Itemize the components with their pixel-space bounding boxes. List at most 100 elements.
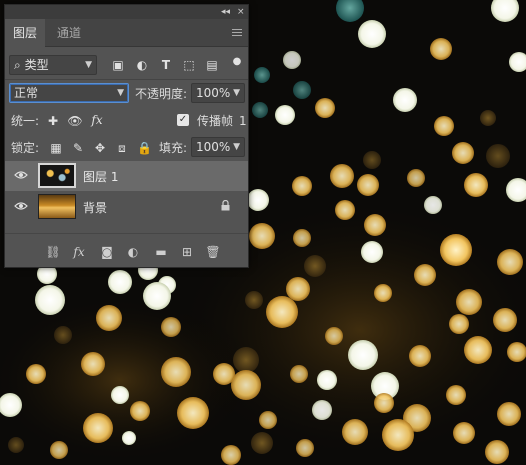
bokeh-light	[231, 370, 261, 400]
lock-all-icon[interactable]: 🔒	[137, 141, 152, 155]
shape-filter-icon[interactable]: ⬚	[182, 58, 196, 72]
layer-thumbnail	[38, 163, 76, 188]
bokeh-light	[446, 385, 466, 405]
close-icon[interactable]: ×	[237, 6, 245, 18]
bokeh-light	[434, 116, 454, 136]
bokeh-light	[259, 411, 277, 429]
divider	[5, 79, 248, 80]
bokeh-light	[293, 81, 311, 99]
panel-tabs: 图层 通道	[5, 19, 248, 47]
smart-object-filter-icon[interactable]: ▤	[205, 58, 219, 72]
blend-mode-value: 正常	[14, 86, 39, 100]
bokeh-light	[161, 357, 191, 387]
bokeh-light	[249, 223, 275, 249]
type-filter-icon[interactable]: T	[159, 58, 173, 72]
bokeh-light	[453, 422, 475, 444]
bokeh-light	[464, 336, 492, 364]
layers-panel: ◂◂ × 图层 通道 ⌕ 类型 ▼ ▣ ◐ T ⬚ ▤ ● 正常 ▼ 不透明度:…	[4, 4, 249, 268]
opacity-value: 100%	[196, 86, 231, 100]
bokeh-light	[245, 291, 263, 309]
unify-style-icon[interactable]: fx	[89, 113, 105, 127]
bokeh-light	[342, 419, 368, 445]
bokeh-light	[452, 142, 474, 164]
new-group-icon[interactable]: ▬	[153, 245, 169, 259]
bokeh-light	[449, 314, 469, 334]
layer-filter-row: ⌕ 类型 ▼ ▣ ◐ T ⬚ ▤ ●	[5, 55, 248, 77]
visibility-eye-icon[interactable]	[14, 170, 28, 180]
fill-label: 填充:	[159, 141, 188, 155]
bokeh-light	[304, 255, 326, 277]
bokeh-light	[464, 173, 488, 197]
layer-thumbnail	[38, 194, 76, 219]
layers-bottom-toolbar: ⛓ fx ◙ ◐ ▬ ⊞ 🗑	[5, 233, 248, 267]
bokeh-light	[296, 439, 314, 457]
lock-icon	[221, 200, 230, 211]
collapse-double-arrow-icon[interactable]: ◂◂	[221, 6, 230, 18]
lock-artboard-icon[interactable]: ⧈	[115, 141, 129, 155]
new-layer-icon[interactable]: ⊞	[179, 245, 195, 259]
layer-row-background[interactable]: 背景	[5, 192, 248, 222]
bokeh-light	[480, 110, 496, 126]
bokeh-light	[361, 241, 383, 263]
bokeh-light	[35, 285, 65, 315]
visibility-eye-icon[interactable]	[14, 201, 28, 211]
link-layers-icon[interactable]: ⛓	[45, 245, 61, 259]
bokeh-light	[430, 38, 452, 60]
bokeh-light	[382, 419, 414, 451]
propagate-frame-label: 传播帧	[197, 114, 234, 128]
opacity-field[interactable]: 100% ▼	[191, 83, 245, 103]
bokeh-light	[393, 88, 417, 112]
panel-title-bar: ◂◂ ×	[5, 5, 248, 19]
pixel-filter-icon[interactable]: ▣	[111, 58, 125, 72]
bokeh-light	[456, 289, 482, 315]
bokeh-light	[275, 105, 295, 125]
fill-field[interactable]: 100% ▼	[191, 137, 245, 157]
layer-style-icon[interactable]: fx	[71, 245, 87, 259]
layer-row-layer1[interactable]: 图层 1	[5, 161, 248, 191]
bokeh-light	[111, 386, 129, 404]
opacity-label: 不透明度:	[135, 87, 188, 101]
chevron-down-icon[interactable]: ▼	[233, 138, 240, 156]
bokeh-light	[283, 51, 301, 69]
blend-mode-dropdown[interactable]: 正常 ▼	[9, 83, 129, 103]
bokeh-light	[54, 326, 72, 344]
bokeh-light	[247, 189, 269, 211]
unify-position-icon[interactable]: ✚	[45, 114, 61, 128]
bokeh-light	[254, 67, 270, 83]
tab-layers[interactable]: 图层	[5, 19, 46, 47]
filter-kind-dropdown[interactable]: ⌕ 类型 ▼	[9, 55, 97, 75]
lock-position-icon[interactable]: ✥	[93, 141, 107, 155]
layer-name[interactable]: 背景	[83, 199, 107, 216]
panel-menu-icon[interactable]	[232, 29, 242, 36]
bokeh-light	[83, 413, 113, 443]
filter-toggle-icon[interactable]: ●	[231, 55, 243, 69]
bokeh-light	[486, 144, 510, 168]
bokeh-light	[251, 432, 273, 454]
bokeh-light	[96, 305, 122, 331]
bokeh-light	[363, 151, 381, 169]
lock-transparent-pixels-icon[interactable]: ▦	[49, 141, 63, 155]
propagate-frame-checkbox[interactable]: ✓	[177, 114, 189, 126]
bokeh-light	[374, 284, 392, 302]
unify-visibility-icon[interactable]: 👁	[67, 114, 83, 128]
bokeh-light	[233, 347, 259, 373]
tab-channels[interactable]: 通道	[49, 19, 89, 47]
blend-row: 正常 ▼ 不透明度: 100% ▼	[5, 83, 248, 105]
delete-layer-icon[interactable]: 🗑	[205, 245, 221, 259]
chevron-down-icon: ▼	[117, 88, 124, 98]
bokeh-light	[26, 364, 46, 384]
bokeh-light	[497, 402, 521, 426]
search-icon: ⌕	[14, 58, 21, 72]
layer-name[interactable]: 图层 1	[83, 168, 118, 185]
bokeh-light	[286, 277, 310, 301]
bokeh-light	[161, 317, 181, 337]
bokeh-light	[221, 445, 241, 465]
bokeh-light	[130, 401, 150, 421]
adjustment-filter-icon[interactable]: ◐	[135, 58, 149, 72]
adjustment-layer-icon[interactable]: ◐	[125, 245, 141, 259]
chevron-down-icon[interactable]: ▼	[233, 84, 240, 102]
bokeh-light	[50, 441, 68, 459]
lock-image-pixels-icon[interactable]: ✎	[71, 141, 85, 155]
lock-label: 锁定:	[11, 141, 40, 155]
add-mask-icon[interactable]: ◙	[99, 245, 115, 259]
